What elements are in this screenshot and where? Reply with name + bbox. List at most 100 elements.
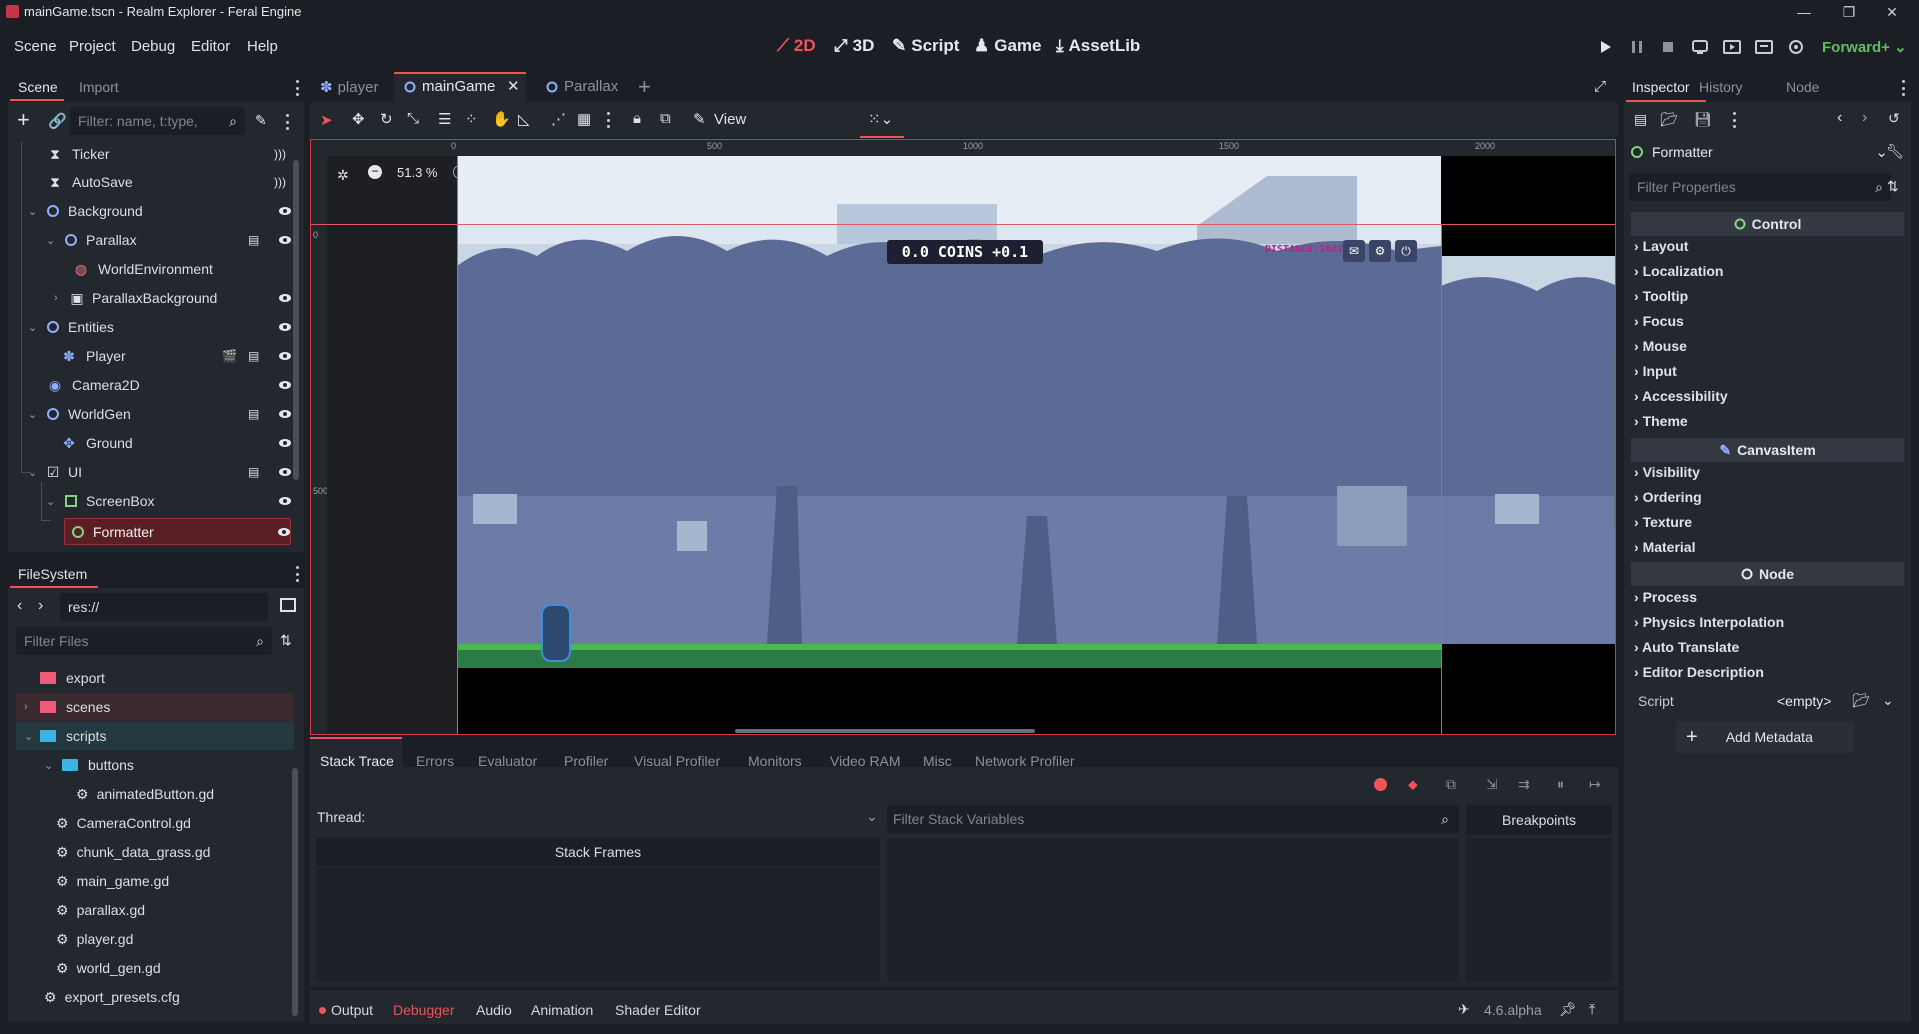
copy-icon[interactable]: ⧉	[1446, 776, 1456, 793]
tab-inspector[interactable]: Inspector	[1632, 79, 1690, 95]
node-docs-icon[interactable]: 🔧︎	[1886, 143, 1904, 160]
expand-panel-icon[interactable]: ⤒	[1589, 1001, 1595, 1018]
rotate-tool-icon[interactable]: ↻	[380, 110, 393, 128]
script-attached-icon[interactable]: ▤	[248, 407, 259, 421]
stack-variables-filter[interactable]: Filter Stack Variables ⌕	[887, 805, 1459, 833]
tab-import[interactable]: Import	[79, 79, 119, 95]
collapse-arrow-icon[interactable]: ⌄	[28, 408, 42, 421]
object-history-icon[interactable]: ↺	[1888, 110, 1900, 127]
path-input[interactable]: res://	[60, 593, 268, 621]
play-custom-scene-icon[interactable]	[1753, 36, 1775, 58]
stack-frames-list[interactable]	[316, 868, 880, 982]
canvas-viewport[interactable]: 0 500 1000 1500 2000 0 500 ✲ − 51.3 % +	[310, 139, 1616, 735]
tab-errors[interactable]: Errors	[416, 753, 454, 769]
load-script-icon[interactable]: 📂︎	[1852, 692, 1870, 709]
save-resource-icon[interactable]: 💾︎	[1694, 111, 1712, 128]
distraction-free-icon[interactable]: ⤢	[1594, 78, 1606, 95]
history-back-icon[interactable]: ‹	[1837, 109, 1842, 127]
tree-node-screenbox[interactable]: ⌄ ScreenBox	[46, 487, 291, 515]
visibility-eye-icon[interactable]	[278, 235, 292, 245]
grid-toggle-button[interactable]: ⁙⌄	[860, 102, 904, 138]
movie-maker-icon[interactable]	[1785, 36, 1807, 58]
file-main-game[interactable]: ⚙ main_game.gd	[56, 867, 290, 895]
close-icon[interactable]: ✕	[1882, 2, 1902, 22]
tab-scene[interactable]: Scene	[18, 79, 58, 95]
zoom-reset-icon[interactable]: ✲	[337, 167, 349, 184]
dock-menu-icon[interactable]	[1902, 80, 1906, 96]
file-cameracontrol[interactable]: ⚙ CameraControl.gd	[56, 809, 290, 837]
file-chunk-data-grass[interactable]: ⚙ chunk_data_grass.gd	[56, 838, 290, 866]
play-icon[interactable]	[1594, 36, 1616, 58]
section-editor-description[interactable]: › Editor Description	[1634, 664, 1902, 686]
sort-icon[interactable]: ⇅	[280, 632, 292, 649]
history-forward-icon[interactable]: ›	[1862, 109, 1867, 127]
scene-menu-icon[interactable]	[286, 114, 290, 130]
section-localization[interactable]: › Localization	[1634, 263, 1902, 285]
ruler-tool-icon[interactable]: ◺	[518, 110, 530, 128]
menu-editor[interactable]: Editor	[191, 38, 230, 55]
collapse-arrow-icon[interactable]: ⌄	[46, 495, 60, 508]
add-node-icon[interactable]: +	[17, 109, 30, 131]
section-visibility[interactable]: › Visibility	[1634, 464, 1902, 486]
power-button-icon[interactable]: ⏻	[1395, 240, 1417, 262]
collapse-arrow-icon[interactable]: ⌄	[24, 730, 33, 743]
tree-node-worldgen[interactable]: ⌄ WorldGen ▤	[28, 400, 291, 428]
back-icon[interactable]: ‹	[17, 597, 22, 615]
section-focus[interactable]: › Focus	[1634, 313, 1902, 335]
tab-output[interactable]: Output	[331, 1002, 373, 1018]
tab-video-ram[interactable]: Video RAM	[830, 753, 901, 769]
close-tab-icon[interactable]: ✕	[507, 77, 520, 95]
signal-icon[interactable]: )))	[274, 147, 286, 161]
file-player[interactable]: ⚙ player.gd	[56, 925, 290, 953]
skeleton-icon[interactable]: ✎	[693, 110, 706, 128]
zoom-level[interactable]: 51.3 %	[397, 165, 437, 180]
workspace-2d[interactable]: ⟋ 2D	[777, 36, 816, 56]
view-menu-button[interactable]: View	[714, 111, 746, 128]
tree-node-autosave[interactable]: ⧗ AutoSave)))	[46, 168, 291, 196]
tree-node-player[interactable]: ✽ Player 🎬 ▤	[60, 342, 291, 370]
tree-node-ticker[interactable]: ⧗ Ticker)))	[46, 142, 291, 168]
tab-shader-editor[interactable]: Shader Editor	[615, 1002, 701, 1018]
stop-icon[interactable]	[1657, 36, 1679, 58]
inspector-filter-input[interactable]: Filter Properties ⌕	[1629, 173, 1891, 201]
smart-snap-icon[interactable]: ⋰	[551, 110, 566, 128]
mail-button-icon[interactable]: ✉	[1343, 240, 1365, 262]
list-select-icon[interactable]: ☰	[438, 110, 451, 128]
play-scene-icon[interactable]	[1721, 36, 1743, 58]
visibility-eye-icon[interactable]	[278, 496, 292, 506]
open-scene-icon[interactable]: 🎬	[222, 349, 237, 363]
section-mouse[interactable]: › Mouse	[1634, 338, 1902, 360]
section-process[interactable]: › Process	[1634, 589, 1902, 611]
workspace-script[interactable]: ✎ Script	[892, 36, 959, 56]
script-attached-icon[interactable]: ▤	[248, 233, 259, 247]
collapse-arrow-icon[interactable]: ⌄	[44, 759, 53, 772]
folder-export[interactable]: export	[40, 664, 290, 692]
scale-tool-icon[interactable]: ⤡	[407, 110, 419, 127]
node-selector[interactable]: Formatter ⌄	[1630, 140, 1892, 164]
section-input[interactable]: › Input	[1634, 363, 1902, 385]
settings-button-icon[interactable]: ⚙	[1369, 240, 1391, 262]
collapse-arrow-icon[interactable]: ⌄	[28, 321, 42, 334]
collapse-arrow-icon[interactable]: ⌄	[46, 234, 60, 247]
filesystem-filter-input[interactable]: Filter Files ⌕	[16, 627, 272, 655]
link-icon[interactable]: 🔗	[48, 112, 67, 130]
tab-visual-profiler[interactable]: Visual Profiler	[634, 753, 720, 769]
expand-arrow-icon[interactable]: ›	[54, 292, 68, 304]
section-physics-interpolation[interactable]: › Physics Interpolation	[1634, 614, 1902, 636]
folder-buttons[interactable]: ⌄ buttons	[40, 751, 290, 779]
minimize-icon[interactable]: —	[1794, 2, 1814, 22]
tab-animation[interactable]: Animation	[531, 1002, 593, 1018]
visibility-eye-icon[interactable]	[278, 322, 292, 332]
tab-stack-trace[interactable]: Stack Trace	[320, 753, 394, 769]
step-over-icon[interactable]: ⇉	[1518, 776, 1530, 793]
workspace-game[interactable]: ♟ Game	[974, 36, 1042, 56]
scene-tree-scrollbar[interactable]	[293, 160, 299, 480]
player-sprite[interactable]	[541, 604, 571, 662]
tree-node-camera2d[interactable]: ◉ Camera2D	[46, 371, 291, 399]
break-icon[interactable]: ⏸	[1557, 776, 1564, 793]
attach-script-icon[interactable]: ✎	[255, 112, 267, 129]
visibility-eye-icon[interactable]	[278, 438, 292, 448]
record-icon[interactable]	[1374, 778, 1387, 791]
file-world-gen[interactable]: ⚙ world_gen.gd	[56, 954, 290, 982]
thread-dropdown-icon[interactable]: ⌄	[866, 808, 878, 825]
